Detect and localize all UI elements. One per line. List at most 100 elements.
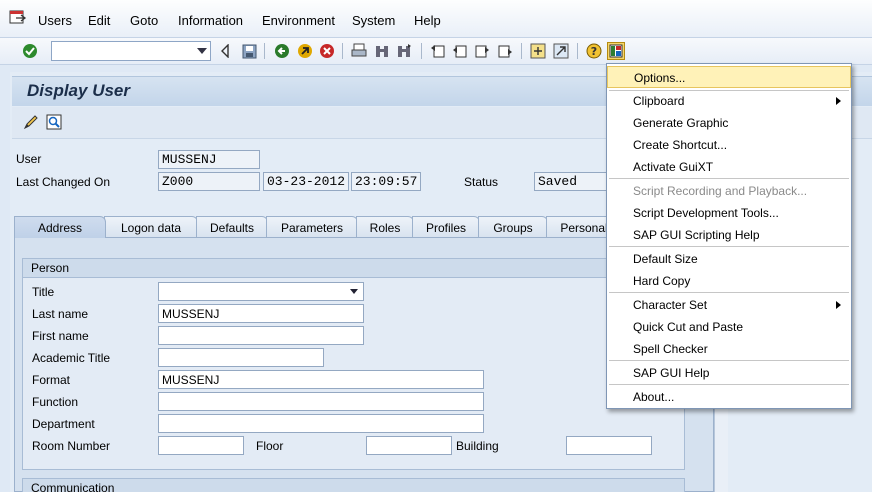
menu-item-scripting-help[interactable]: SAP GUI Scripting Help bbox=[607, 224, 851, 246]
menu-item-label: Hard Copy bbox=[633, 274, 691, 288]
menu-item-label: Spell Checker bbox=[633, 342, 708, 356]
function-field[interactable] bbox=[158, 392, 484, 411]
last-changed-time-field[interactable]: 23:09:57 bbox=[351, 172, 421, 191]
tab-label: Parameters bbox=[280, 221, 344, 235]
last-page-icon[interactable] bbox=[496, 42, 514, 60]
building-field[interactable] bbox=[566, 436, 652, 455]
collapse-triangle-icon[interactable] bbox=[216, 42, 234, 60]
floor-field[interactable] bbox=[366, 436, 452, 455]
chevron-down-icon[interactable] bbox=[197, 48, 207, 54]
new-session-icon[interactable] bbox=[529, 42, 547, 60]
department-field[interactable] bbox=[158, 414, 484, 433]
building-label: Building bbox=[456, 439, 499, 453]
previous-page-icon[interactable] bbox=[451, 42, 469, 60]
menu-item-options[interactable]: Options... bbox=[607, 66, 851, 88]
status-field[interactable]: Saved bbox=[534, 172, 614, 191]
find-next-icon[interactable] bbox=[395, 42, 413, 60]
cancel-icon[interactable] bbox=[318, 42, 336, 60]
customize-layout-icon[interactable] bbox=[607, 42, 625, 60]
communication-group: Communication bbox=[22, 478, 685, 492]
last-changed-by-field[interactable]: Z000 bbox=[158, 172, 260, 191]
toolbar-separator bbox=[521, 43, 522, 59]
menu-item-activate-guixt[interactable]: Activate GuiXT bbox=[607, 156, 851, 178]
toolbar-separator bbox=[264, 43, 265, 59]
tab-roles[interactable]: Roles bbox=[356, 216, 414, 238]
tab-profiles[interactable]: Profiles bbox=[412, 216, 480, 238]
menu-item-label: Script Recording and Playback... bbox=[633, 184, 808, 198]
room-number-field[interactable] bbox=[158, 436, 244, 455]
change-icon[interactable] bbox=[22, 113, 40, 131]
floor-label: Floor bbox=[256, 439, 284, 453]
menu-edit[interactable]: Edit bbox=[88, 13, 110, 28]
save-icon[interactable] bbox=[240, 42, 258, 60]
function-label: Function bbox=[32, 395, 79, 409]
menu-item-create-shortcut[interactable]: Create Shortcut... bbox=[607, 134, 851, 156]
tab-label: Personal bbox=[560, 221, 608, 235]
next-page-icon[interactable] bbox=[473, 42, 491, 60]
menu-goto[interactable]: Goto bbox=[130, 13, 158, 28]
menu-item-generate-graphic[interactable]: Generate Graphic bbox=[607, 112, 851, 134]
tab-label: Defaults bbox=[209, 221, 255, 235]
chevron-down-icon[interactable] bbox=[350, 289, 358, 294]
first-name-field[interactable] bbox=[158, 326, 364, 345]
first-page-icon[interactable] bbox=[429, 42, 447, 60]
menu-item-quick-cut-paste[interactable]: Quick Cut and Paste bbox=[607, 316, 851, 338]
menu-item-label: SAP GUI Scripting Help bbox=[633, 228, 760, 242]
page-title: Display User bbox=[27, 81, 130, 100]
tab-parameters[interactable]: Parameters bbox=[266, 216, 358, 238]
tab-label: Roles bbox=[369, 221, 401, 235]
menu-item-default-size[interactable]: Default Size bbox=[607, 248, 851, 270]
menu-item-label: Script Development Tools... bbox=[633, 206, 779, 220]
create-shortcut-icon[interactable] bbox=[552, 42, 570, 60]
menu-users[interactable]: Users bbox=[38, 13, 72, 28]
print-icon[interactable] bbox=[350, 42, 368, 60]
tab-logon-data[interactable]: Logon data bbox=[104, 216, 198, 238]
menu-item-script-development-tools[interactable]: Script Development Tools... bbox=[607, 202, 851, 224]
back-icon[interactable] bbox=[273, 42, 291, 60]
menu-item-label: Clipboard bbox=[633, 94, 685, 108]
academic-title-field[interactable] bbox=[158, 348, 324, 367]
menu-item-label: Create Shortcut... bbox=[633, 138, 728, 152]
svg-text:?: ? bbox=[591, 45, 597, 58]
menu-item-label: SAP GUI Help bbox=[633, 366, 710, 380]
tab-label: Groups bbox=[493, 221, 533, 235]
department-label: Department bbox=[32, 417, 95, 431]
menu-separator bbox=[609, 178, 849, 179]
first-name-label: First name bbox=[32, 329, 89, 343]
last-changed-date-field[interactable]: 03-23-2012 bbox=[263, 172, 349, 191]
system-menu-icon[interactable] bbox=[9, 9, 27, 27]
menu-information[interactable]: Information bbox=[178, 13, 243, 28]
submenu-arrow-icon bbox=[836, 301, 841, 309]
enter-icon[interactable] bbox=[21, 42, 39, 60]
toolbar-separator bbox=[577, 43, 578, 59]
academic-title-label: Academic Title bbox=[32, 351, 111, 365]
menu-item-hard-copy[interactable]: Hard Copy bbox=[607, 270, 851, 292]
user-field[interactable]: MUSSENJ bbox=[158, 150, 260, 169]
help-icon[interactable]: ? bbox=[585, 42, 603, 60]
menu-item-label: Default Size bbox=[633, 252, 698, 266]
standard-toolbar: ? bbox=[0, 38, 872, 65]
find-icon[interactable] bbox=[373, 42, 391, 60]
menu-item-spell-checker[interactable]: Spell Checker bbox=[607, 338, 851, 360]
menu-item-label: Quick Cut and Paste bbox=[633, 320, 744, 334]
menu-item-about[interactable]: About... bbox=[607, 386, 851, 408]
command-field[interactable] bbox=[51, 41, 211, 61]
menu-item-label: Character Set bbox=[633, 298, 708, 312]
tab-label: Logon data bbox=[120, 221, 182, 235]
menu-item-label: Generate Graphic bbox=[633, 116, 729, 130]
menu-environment[interactable]: Environment bbox=[262, 13, 335, 28]
menu-item-sap-gui-help[interactable]: SAP GUI Help bbox=[607, 362, 851, 384]
tab-groups[interactable]: Groups bbox=[478, 216, 548, 238]
last-name-field[interactable]: MUSSENJ bbox=[158, 304, 364, 323]
tab-defaults[interactable]: Defaults bbox=[196, 216, 268, 238]
menu-help[interactable]: Help bbox=[414, 13, 441, 28]
menu-system[interactable]: System bbox=[352, 13, 395, 28]
exit-icon[interactable] bbox=[296, 42, 314, 60]
tab-address[interactable]: Address bbox=[14, 216, 106, 238]
menu-item-character-set[interactable]: Character Set bbox=[607, 294, 851, 316]
menu-item-clipboard[interactable]: Clipboard bbox=[607, 90, 851, 112]
title-dropdown[interactable] bbox=[158, 282, 364, 301]
format-field[interactable]: MUSSENJ bbox=[158, 370, 484, 389]
submenu-arrow-icon bbox=[836, 97, 841, 105]
display-icon[interactable] bbox=[45, 113, 63, 131]
